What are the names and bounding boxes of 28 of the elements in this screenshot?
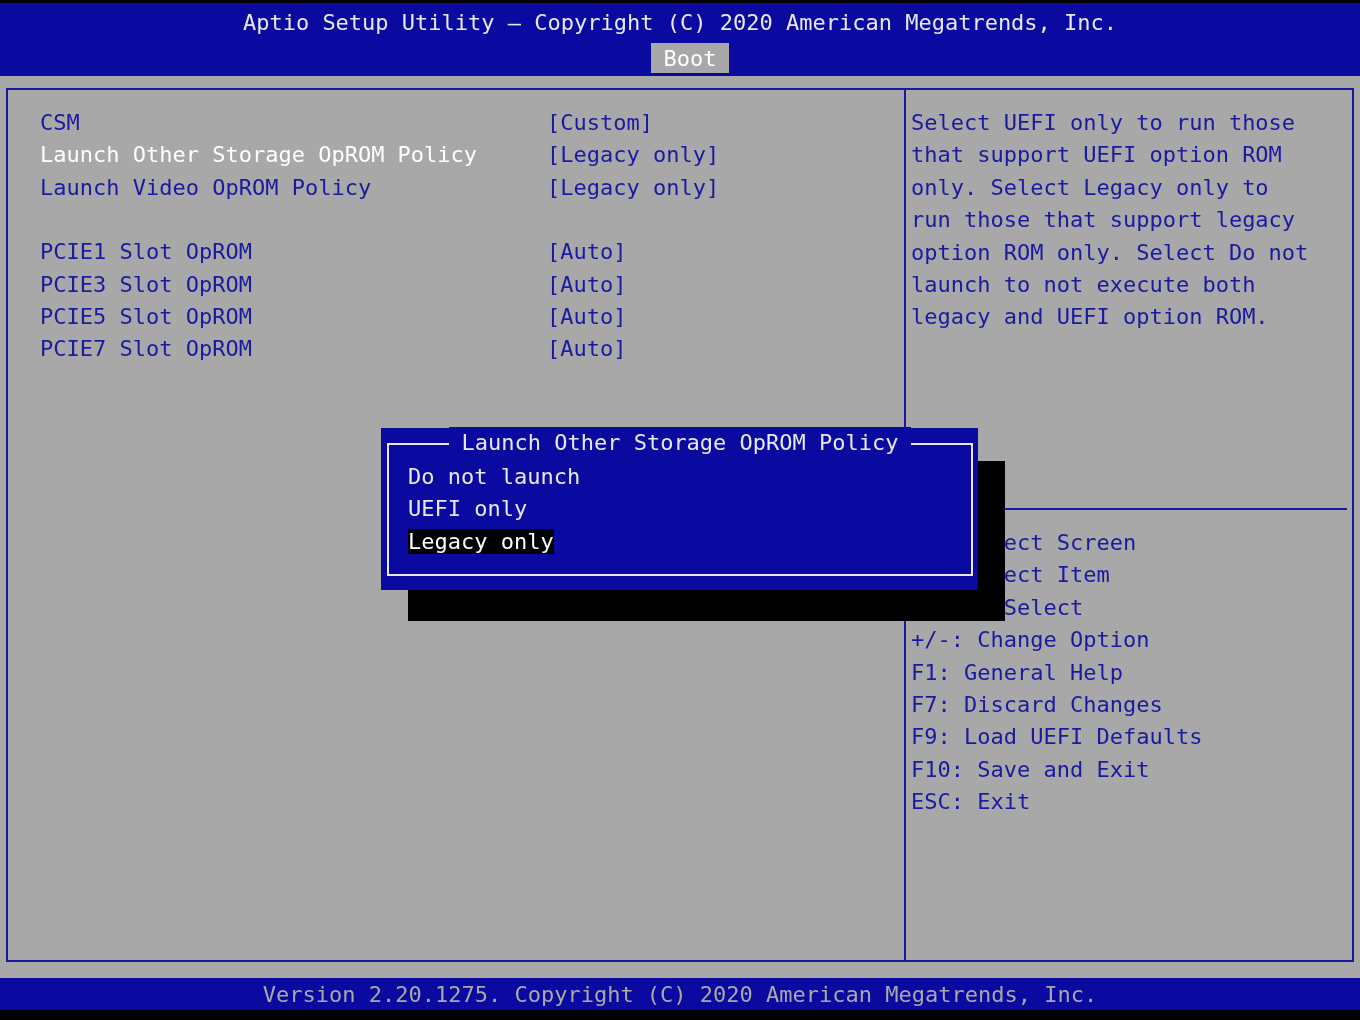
setting-value[interactable]: [Custom] [547, 107, 653, 140]
setting-value[interactable]: [Auto] [547, 236, 627, 269]
key-hint: ESC: Exit [911, 789, 1031, 815]
setting-label[interactable]: Launch Video OpROM Policy [40, 171, 547, 205]
key-hint: F9: Load UEFI Defaults [911, 724, 1203, 750]
key-hint: +/-: Change Option [911, 627, 1150, 653]
setting-value[interactable]: [Legacy only] [547, 139, 720, 172]
setting-label[interactable]: PCIE5 Slot OpROM [40, 300, 547, 334]
setting-value[interactable]: [Legacy only] [547, 171, 720, 205]
status-bar: Version 2.20.1275. Copyright (C) 2020 American Megatrends, Inc. [0, 978, 1360, 1010]
setting-label[interactable]: PCIE7 Slot OpROM [40, 333, 547, 366]
popup-option[interactable]: Legacy only [408, 528, 554, 554]
setting-value[interactable]: [Auto] [547, 268, 627, 301]
key-hint: Select [1003, 594, 1084, 620]
popup-option[interactable]: UEFI only [408, 496, 528, 522]
key-hint: ect Item [1003, 562, 1110, 588]
window-title: Aptio Setup Utility – Copyright (C) 2020 American Megatrends, Inc. [242, 9, 1118, 37]
setting-value[interactable]: [Auto] [547, 333, 627, 366]
key-hint: F1: General Help [911, 659, 1123, 685]
setting-value[interactable]: [Auto] [547, 300, 627, 334]
setting-label[interactable]: CSM [40, 107, 547, 140]
help-text: Select UEFI only to run those that support UEFI option ROM only. Select Legacy only to run those that support legacy option ROM only. Select Do not launch to not execute both legacy and UEFI option ROM. [910, 109, 1309, 332]
key-hint: F10: Save and Exit [911, 756, 1150, 782]
setting-label[interactable]: PCIE3 Slot OpROM [40, 268, 547, 301]
popup-option[interactable]: Do not launch [408, 464, 581, 489]
key-hint: ect Screen [1003, 530, 1137, 555]
setting-label[interactable]: PCIE1 Slot OpROM [40, 236, 547, 269]
key-hint: F7: Discard Changes [911, 691, 1163, 717]
